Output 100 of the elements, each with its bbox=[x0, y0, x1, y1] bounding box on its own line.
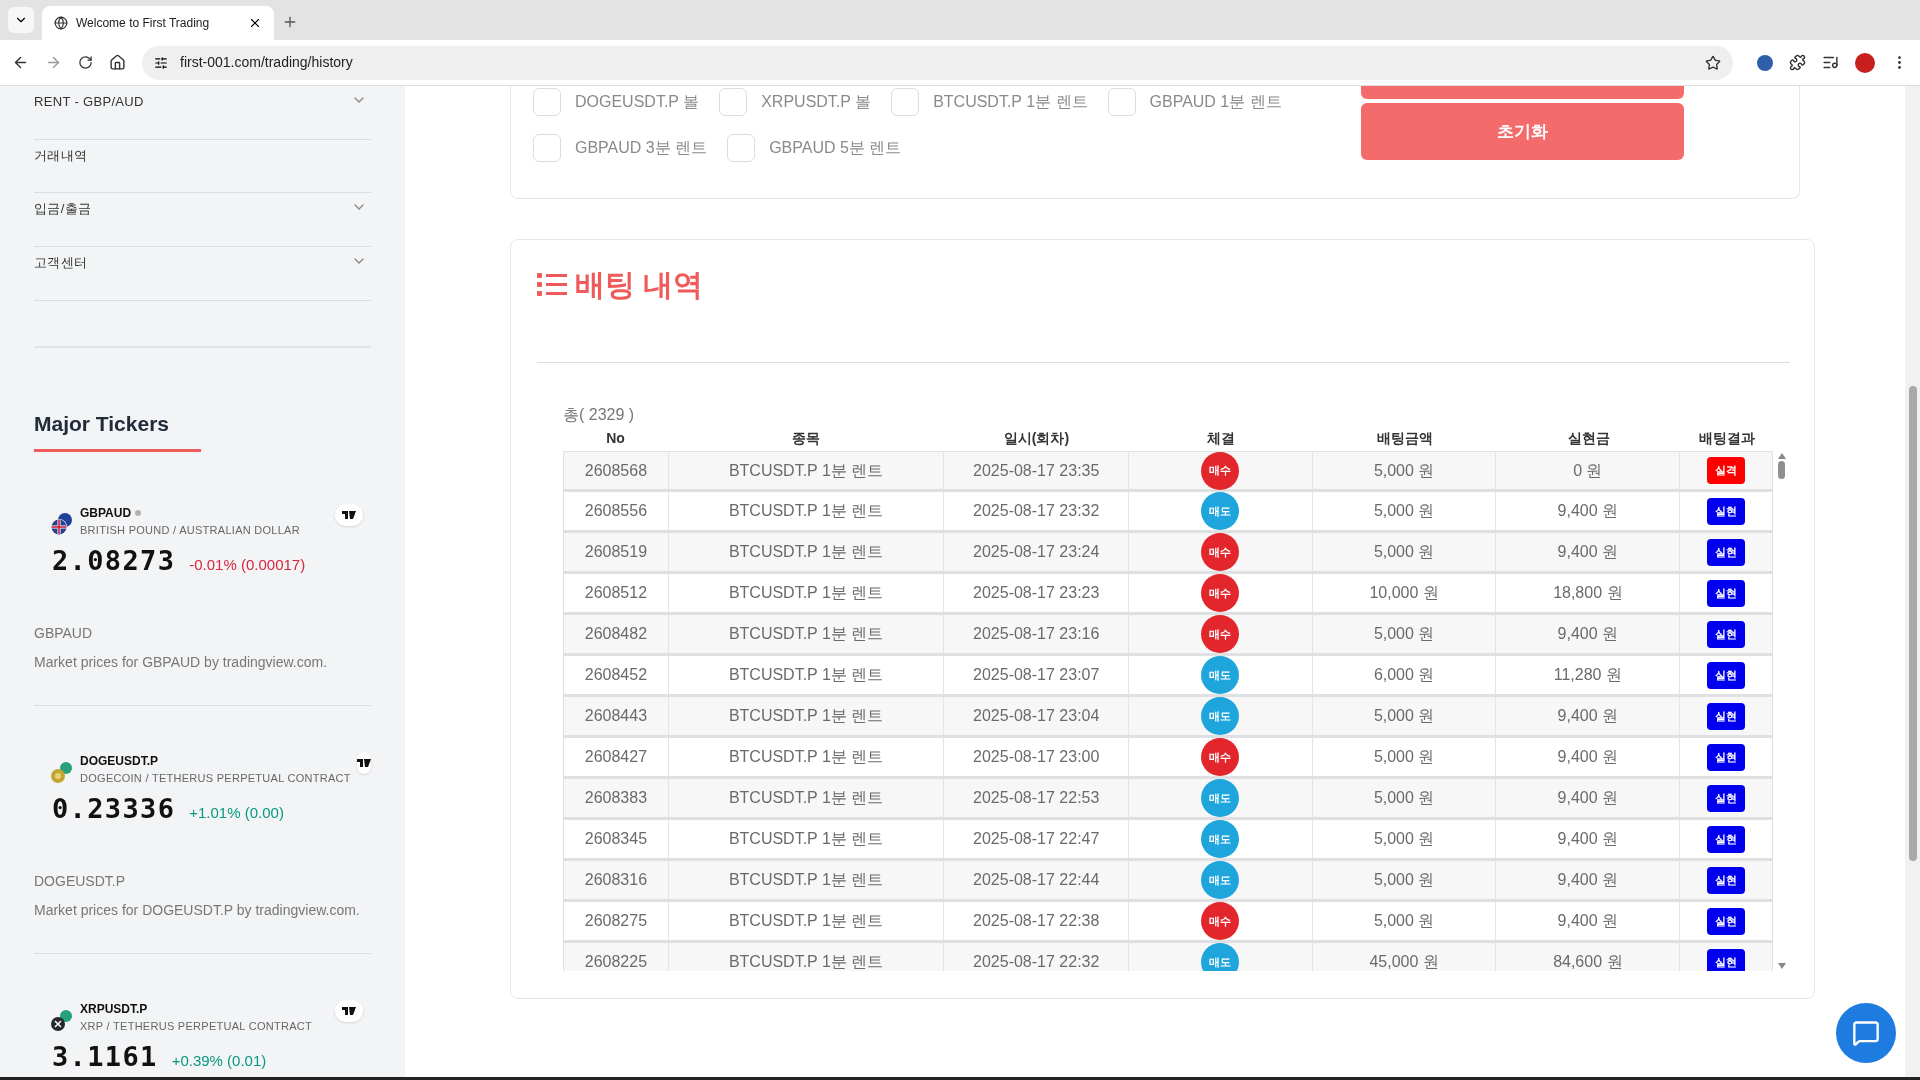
extension-icon[interactable] bbox=[1757, 54, 1773, 71]
column-header: 배팅금액 bbox=[1376, 429, 1434, 448]
chart-link-button[interactable] bbox=[335, 504, 363, 526]
reload-icon[interactable] bbox=[78, 55, 93, 70]
table-cell-text: BTCUSDT.P 1분 렌트 bbox=[728, 829, 884, 849]
table-cell-text: BTCUSDT.P 1분 렌트 bbox=[728, 911, 884, 931]
table-cell-text: 2608275 bbox=[584, 911, 648, 931]
table-cell-text: 2608443 bbox=[584, 706, 648, 726]
media-icon[interactable] bbox=[1822, 54, 1839, 71]
ticker-description: Market prices for GBPAUD by tradingview.com. bbox=[34, 653, 329, 672]
table-cell-text: 9,400 원 bbox=[1557, 501, 1619, 521]
table-cell-text: 2608345 bbox=[584, 829, 648, 849]
checkbox-label: GBPAUD 5분 렌트 bbox=[769, 138, 903, 158]
checkbox[interactable] bbox=[891, 88, 920, 116]
ticker-symbol[interactable]: XRPUSDT.P bbox=[80, 1000, 148, 1018]
ticker-price: 0.23336 bbox=[52, 791, 176, 826]
table-cell-text: 5,000 원 bbox=[1373, 747, 1435, 767]
result-badge: 실현 bbox=[1707, 866, 1746, 894]
sidebar-menu-item[interactable]: 입금/출금 bbox=[34, 199, 92, 219]
table-cell-text: 2608452 bbox=[584, 665, 648, 685]
side-badge: 매수 bbox=[1201, 738, 1240, 776]
scroll-up-icon[interactable] bbox=[1777, 453, 1786, 459]
table-cell-text: BTCUSDT.P 1분 렌트 bbox=[728, 624, 884, 644]
side-badge: 매도 bbox=[1201, 943, 1240, 971]
table-cell-text: 2608512 bbox=[584, 583, 648, 603]
column-header: 체결 bbox=[1206, 429, 1236, 448]
side-badge: 매수 bbox=[1201, 533, 1240, 571]
new-tab-icon[interactable] bbox=[282, 14, 298, 30]
sidebar-menu-item[interactable]: 고객센터 bbox=[34, 253, 88, 273]
back-icon[interactable] bbox=[12, 54, 29, 71]
table-cell-text: 45,000 원 bbox=[1369, 952, 1439, 971]
table-cell-text: 5,000 원 bbox=[1373, 501, 1435, 521]
checkbox[interactable] bbox=[533, 88, 561, 116]
ticker-change: -0.01% (0.00017) bbox=[189, 554, 306, 575]
chat-icon bbox=[1852, 1019, 1880, 1047]
table-cell-text: 6,000 원 bbox=[1373, 665, 1435, 685]
scrollbar-thumb[interactable] bbox=[1908, 386, 1917, 861]
result-badge: 실현 bbox=[1707, 948, 1746, 971]
table-cell-text: 2025-08-17 23:07 bbox=[973, 665, 1100, 685]
table-cell-text: 5,000 원 bbox=[1373, 706, 1435, 726]
table-cell-text: 9,400 원 bbox=[1557, 706, 1619, 726]
tab-list-button[interactable] bbox=[8, 7, 34, 33]
table-cell-text: 5,000 원 bbox=[1373, 911, 1435, 931]
result-badge: 실현 bbox=[1707, 538, 1746, 566]
column-header: 배팅결과 bbox=[1698, 429, 1756, 448]
close-icon[interactable] bbox=[248, 16, 262, 30]
table-cell-text: 2025-08-17 23:04 bbox=[973, 706, 1100, 726]
table-cell-text: 2025-08-17 23:00 bbox=[973, 747, 1100, 767]
ticker-name: DOGECOIN / TETHERUS PERPETUAL CONTRACT bbox=[80, 771, 351, 786]
scroll-down-icon[interactable] bbox=[1777, 963, 1786, 969]
table-cell-text: 2608316 bbox=[584, 870, 648, 890]
result-badge: 실현 bbox=[1707, 497, 1746, 525]
table-cell-text: 2025-08-17 23:35 bbox=[973, 460, 1100, 481]
sidebar-menu-item[interactable]: RENT - GBP/AUD bbox=[34, 92, 144, 112]
table-cell-text: 9,400 원 bbox=[1557, 829, 1619, 849]
star-icon[interactable] bbox=[1705, 54, 1721, 71]
table-cell-text: 0 원 bbox=[1573, 460, 1603, 481]
list-icon bbox=[537, 272, 567, 296]
coin-pair-icon bbox=[50, 760, 74, 784]
checkbox[interactable] bbox=[727, 134, 756, 162]
side-badge: 매도 bbox=[1201, 492, 1240, 530]
checkbox[interactable] bbox=[1107, 88, 1136, 116]
table-cell-text: 2025-08-17 22:53 bbox=[973, 788, 1100, 808]
table-cell-text: 84,600 원 bbox=[1553, 952, 1623, 971]
checkbox[interactable] bbox=[533, 134, 561, 162]
table-cell-text: 11,280 원 bbox=[1553, 665, 1622, 685]
column-header: 일시(회차) bbox=[1002, 429, 1071, 448]
scrollbar-thumb[interactable] bbox=[1778, 461, 1785, 479]
side-badge: 매수 bbox=[1201, 451, 1240, 490]
address-bar[interactable]: first-001.com/trading/history bbox=[142, 45, 1733, 80]
checkbox-label: BTCUSDT.P 1분 렌트 bbox=[933, 92, 1089, 112]
ticker-caption: GBPAUD bbox=[34, 624, 94, 643]
table-cell-text: 5,000 원 bbox=[1373, 460, 1435, 481]
site-settings-icon bbox=[154, 55, 168, 70]
forward-icon[interactable] bbox=[45, 54, 62, 71]
home-icon[interactable] bbox=[109, 54, 126, 71]
chart-link-button[interactable] bbox=[335, 1000, 363, 1022]
column-header: 종목 bbox=[791, 429, 821, 448]
profile-avatar[interactable] bbox=[1855, 52, 1875, 73]
table-cell-text: 2608427 bbox=[584, 747, 648, 767]
table-cell-text: 2025-08-17 22:47 bbox=[973, 829, 1100, 849]
ticker-symbol[interactable]: GBPAUD bbox=[80, 504, 132, 522]
ticker-symbol[interactable]: DOGEUSDT.P bbox=[80, 752, 158, 770]
ticker-change: +1.01% (0.00) bbox=[189, 802, 284, 823]
browser-tab[interactable]: Welcome to First Trading bbox=[42, 6, 274, 40]
table-cell-text: 2608482 bbox=[584, 624, 648, 644]
ticker-price: 3.1161 bbox=[52, 1039, 158, 1074]
table-cell-text: BTCUSDT.P 1분 렌트 bbox=[728, 870, 884, 890]
table-cell-text: 2025-08-17 23:32 bbox=[973, 501, 1100, 521]
page-scrollbar[interactable] bbox=[1905, 86, 1920, 1077]
column-header: 실현금 bbox=[1567, 429, 1611, 448]
puzzle-icon[interactable] bbox=[1789, 54, 1806, 71]
sidebar-menu-item[interactable]: 거래내역 bbox=[34, 145, 88, 166]
checkbox[interactable] bbox=[719, 88, 748, 116]
tv-logo-icon bbox=[342, 1007, 356, 1015]
chart-link-button[interactable] bbox=[356, 752, 371, 774]
result-badge: 실현 bbox=[1707, 907, 1746, 935]
table-cell-text: 2608519 bbox=[584, 542, 648, 562]
side-badge: 매도 bbox=[1201, 779, 1240, 817]
ticker-name: XRP / TETHERUS PERPETUAL CONTRACT bbox=[80, 1019, 313, 1034]
